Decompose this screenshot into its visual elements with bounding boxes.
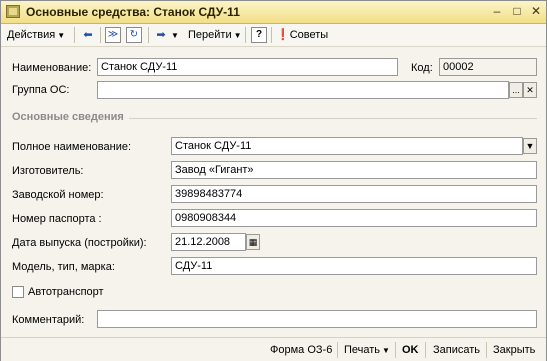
serial-input[interactable]: 39898483774 <box>171 185 537 203</box>
vehicle-checkbox[interactable] <box>12 286 24 298</box>
group-label: Группа ОС: <box>12 84 70 96</box>
vehicle-label: Автотранспорт <box>28 286 104 298</box>
calendar-icon[interactable]: ▦ <box>246 234 260 250</box>
model-label: Модель, тип, марка: <box>12 261 115 273</box>
close-icon[interactable]: ✕ <box>528 4 544 19</box>
code-label: Код: <box>411 62 433 74</box>
actions-menu[interactable]: Действия ▼ <box>7 27 65 43</box>
chevron-down-icon: ▼ <box>57 31 66 40</box>
passport-label: Номер паспорта : <box>12 213 102 225</box>
group-input[interactable] <box>97 81 509 99</box>
comment-label: Комментарий: <box>12 314 85 326</box>
document-arrow-icon: ➡ <box>156 29 166 41</box>
print-menu[interactable]: Печать ▼ <box>344 343 390 357</box>
form-icon <box>6 5 20 18</box>
minimize-icon[interactable]: – <box>489 4 505 19</box>
help-icon[interactable]: ? <box>251 27 267 43</box>
release-date-label: Дата выпуска (постройки): <box>12 237 147 249</box>
form-os6-button[interactable]: Форма ОЗ-6 <box>270 343 332 357</box>
comment-input[interactable] <box>97 310 537 328</box>
manufacturer-label: Изготовитель: <box>12 165 84 177</box>
full-name-label: Полное наименование: <box>12 141 132 153</box>
save-button[interactable]: Записать <box>433 343 480 357</box>
tips-button[interactable]: ❗Советы <box>276 27 328 43</box>
toolbar-separator <box>148 27 149 43</box>
close-button[interactable]: Закрыть <box>493 343 535 357</box>
actions-menu-label: Действия <box>7 29 56 41</box>
chevron-down-icon: ▼ <box>171 31 179 40</box>
ok-button[interactable]: OK <box>402 343 419 357</box>
goto-menu-label: Перейти <box>188 29 232 41</box>
bottom-separator <box>486 342 487 358</box>
dropdown-button[interactable]: ▼ <box>523 138 537 154</box>
toolbar: Действия ▼ ⬅ ≫ ↻ ➡ ▼ Перейти ▼ ? ❗Советы <box>1 24 546 47</box>
toolbar-separator <box>74 27 75 43</box>
section-title: Основные сведения <box>12 111 124 123</box>
chevron-down-icon: ▼ <box>382 346 390 355</box>
chevron-down-icon: ▼ <box>233 31 242 40</box>
tips-label: Советы <box>289 29 329 41</box>
serial-label: Заводской номер: <box>12 189 104 201</box>
maximize-icon[interactable]: □ <box>509 4 525 19</box>
toolbar-separator <box>271 27 272 43</box>
bottom-separator <box>337 342 338 358</box>
toolbar-separator <box>245 27 246 43</box>
window-title: Основные средства: Станок СДУ-11 <box>26 5 240 19</box>
section-divider <box>129 118 537 119</box>
print-label: Печать <box>344 344 381 356</box>
bottom-bar: Форма ОЗ-6 Печать ▼ OK Записать Закрыть <box>1 337 546 361</box>
select-button[interactable]: ... <box>509 82 523 98</box>
name-input[interactable]: Станок СДУ-11 <box>97 58 398 76</box>
refresh-icon[interactable]: ↻ <box>126 27 142 43</box>
arrow-left-icon[interactable]: ⬅ <box>80 27 96 43</box>
structure-icon[interactable]: ≫ <box>105 27 121 43</box>
tips-icon: ❗ <box>276 29 290 41</box>
goto-menu[interactable]: Перейти ▼ <box>188 27 242 43</box>
manufacturer-input[interactable]: Завод «Гигант» <box>171 161 537 179</box>
passport-input[interactable]: 0980908344 <box>171 209 537 227</box>
bottom-separator <box>395 342 396 358</box>
bottom-separator <box>425 342 426 358</box>
code-input[interactable]: 00002 <box>439 58 537 76</box>
model-input[interactable]: СДУ-11 <box>171 257 537 275</box>
based-on-button[interactable]: ➡ ▼ <box>153 27 179 43</box>
full-name-input[interactable]: Станок СДУ-11 <box>171 137 523 155</box>
name-label: Наименование: <box>12 62 92 74</box>
clear-icon[interactable]: ✕ <box>523 82 537 98</box>
release-date-input[interactable]: 21.12.2008 <box>171 233 246 251</box>
title-bar[interactable]: Основные средства: Станок СДУ-11 – □ ✕ <box>1 1 546 24</box>
asset-card-window: Основные средства: Станок СДУ-11 – □ ✕ Д… <box>0 0 547 361</box>
toolbar-separator <box>100 27 101 43</box>
